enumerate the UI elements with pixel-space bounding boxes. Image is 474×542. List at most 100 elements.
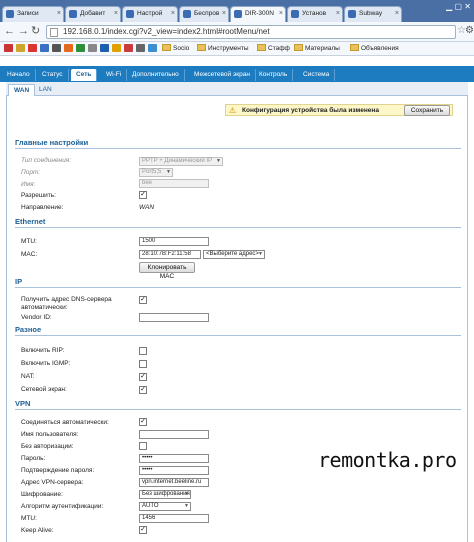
browser-toolbar: ← → ↻ 192.168.0.1/index.cgi?v2_view=inde… — [0, 22, 474, 42]
mac-field[interactable]: 28:10:7B:F2:11:58 — [139, 250, 201, 259]
browser-tab-6[interactable]: Установ × — [287, 6, 343, 22]
tab-firewall[interactable]: Межсетевой экран — [189, 69, 256, 81]
close-tab-icon[interactable]: × — [114, 7, 118, 21]
browser-tab-7[interactable]: Subway × — [344, 6, 402, 22]
port-label: Порт: — [21, 169, 41, 176]
favicon-icon — [6, 10, 14, 18]
tab-wifi[interactable]: Wi-Fi — [101, 69, 128, 81]
config-changed-notice: ⚠ Конфигурация устройства была изменена … — [225, 104, 453, 116]
reload-icon[interactable]: ↻ — [31, 25, 40, 38]
favicon-icon — [126, 10, 134, 18]
forward-icon[interactable]: → — [18, 25, 29, 38]
back-icon[interactable]: ← — [4, 25, 15, 38]
folder-icon — [162, 44, 171, 51]
bookmark-icon[interactable] — [88, 44, 99, 55]
page-icon — [50, 28, 58, 37]
close-tab-icon[interactable]: × — [279, 7, 283, 21]
username-label: Имя пользователя: — [21, 431, 79, 438]
vendor-id-field[interactable] — [139, 313, 209, 322]
bookmark-icon[interactable] — [148, 44, 159, 55]
browser-tab-active[interactable]: DIR-300N × — [230, 6, 286, 22]
close-tab-icon[interactable]: × — [395, 7, 399, 21]
password-confirm-field[interactable]: ••••• — [139, 466, 209, 475]
wrench-menu-icon[interactable]: ⚙ — [465, 25, 474, 36]
close-tab-icon[interactable]: × — [336, 7, 340, 21]
favicon-icon — [291, 10, 299, 18]
close-tab-icon[interactable]: × — [57, 7, 61, 21]
username-field[interactable] — [139, 430, 209, 439]
name-label: Имя: — [21, 181, 36, 188]
vpn-auto-label: Соединяться автоматически: — [21, 419, 109, 426]
browser-tab-2[interactable]: Добавит × — [65, 6, 121, 22]
bookmark-icon[interactable] — [52, 44, 63, 55]
conn-type-select[interactable]: PPTP + Динамический IP ▼ — [139, 157, 223, 166]
firewall-checkbox[interactable]: ✓ — [139, 386, 147, 394]
direction-value: WAN — [139, 204, 155, 211]
auth-algorithm-label: Алгоритм аутентификации: — [21, 503, 104, 510]
window-controls[interactable]: ▁ ▢ ✕ — [446, 2, 471, 11]
bookmark-icon[interactable] — [16, 44, 27, 55]
close-tab-icon[interactable]: × — [171, 7, 175, 21]
folder-icon — [350, 44, 359, 51]
rip-checkbox[interactable] — [139, 347, 147, 355]
dns-auto-checkbox[interactable]: ✓ — [139, 296, 147, 304]
tab-wan[interactable]: WAN — [8, 84, 36, 96]
no-auth-checkbox[interactable] — [139, 442, 147, 450]
address-bar[interactable]: 192.168.0.1/index.cgi?v2_view=index2.htm… — [46, 25, 456, 39]
bookmark-tools[interactable]: Инструменты — [197, 44, 249, 54]
bookmark-icon[interactable] — [124, 44, 135, 55]
browser-tab-3[interactable]: Настрой × — [122, 6, 178, 22]
bookmark-icon[interactable] — [100, 44, 111, 55]
sub-nav: WAN LAN — [6, 82, 468, 96]
rip-label: Включить RIP: — [21, 347, 65, 354]
section-ip: IP — [15, 277, 461, 288]
bookmark-socio[interactable]: Socio — [162, 44, 189, 54]
tab-control[interactable]: Контроль — [254, 69, 294, 81]
browser-tab-1[interactable]: Записи × — [2, 6, 64, 22]
keep-alive-label: Keep Alive: — [21, 527, 54, 534]
bookmark-icon[interactable] — [112, 44, 123, 55]
tab-status[interactable]: Статус — [37, 69, 69, 81]
vpn-mtu-label: MTU: — [21, 515, 37, 522]
mtu-field[interactable]: 1500 — [139, 237, 209, 246]
bookmark-icon[interactable] — [40, 44, 51, 55]
enable-checkbox[interactable]: ✓ — [139, 191, 147, 199]
nat-checkbox[interactable]: ✓ — [139, 373, 147, 381]
no-auth-label: Без авторизации: — [21, 443, 74, 450]
bookmark-icon[interactable] — [28, 44, 39, 55]
tab-start[interactable]: Начало — [2, 69, 36, 81]
bookmark-ads[interactable]: Объявления — [350, 44, 399, 54]
tab-lan[interactable]: LAN — [34, 84, 57, 96]
conn-type-label: Тип соединения: — [21, 157, 72, 164]
password-field[interactable]: ••••• — [139, 454, 209, 463]
igmp-checkbox[interactable] — [139, 360, 147, 368]
warning-icon: ⚠ — [229, 106, 237, 115]
auth-algorithm-select[interactable]: AUTO ▼ — [139, 502, 191, 511]
tab-network[interactable]: Сеть — [71, 69, 98, 81]
gmail-bookmark-icon[interactable] — [4, 44, 15, 55]
mac-label: MAC: — [21, 251, 38, 258]
port-select[interactable]: Port5;5 ▼ — [139, 168, 173, 177]
bookmark-icon[interactable] — [76, 44, 87, 55]
bookmark-icon[interactable] — [136, 44, 147, 55]
save-button[interactable]: Сохранить — [404, 105, 450, 116]
encryption-select[interactable]: Без шифрования ▼ — [139, 490, 191, 499]
tab-advanced[interactable]: Дополнительно — [127, 69, 185, 81]
favicon-icon — [234, 10, 242, 18]
section-misc: Разное — [15, 325, 461, 336]
bookmark-icon[interactable] — [64, 44, 75, 55]
nat-label: NAT: — [21, 373, 35, 380]
vpn-mtu-field[interactable]: 1456 — [139, 514, 209, 523]
bookmark-staff[interactable]: Стафф — [257, 44, 290, 54]
close-tab-icon[interactable]: × — [222, 7, 226, 21]
browser-tab-4[interactable]: Беспров × — [179, 6, 229, 22]
name-field[interactable]: bee — [139, 179, 209, 188]
vpn-server-field[interactable]: vpn.internet.beeline.ru — [139, 478, 209, 487]
bookmark-materials[interactable]: Материалы — [294, 44, 340, 54]
keep-alive-checkbox[interactable]: ✓ — [139, 526, 147, 534]
watermark-text: remontka.pro — [318, 448, 457, 472]
clone-mac-button[interactable]: Клонировать MAC — [139, 262, 195, 280]
mac-select[interactable]: <Выберите адрес> ▼ — [203, 250, 265, 259]
vpn-auto-checkbox[interactable]: ✓ — [139, 418, 147, 426]
tab-system[interactable]: Система — [298, 69, 336, 81]
